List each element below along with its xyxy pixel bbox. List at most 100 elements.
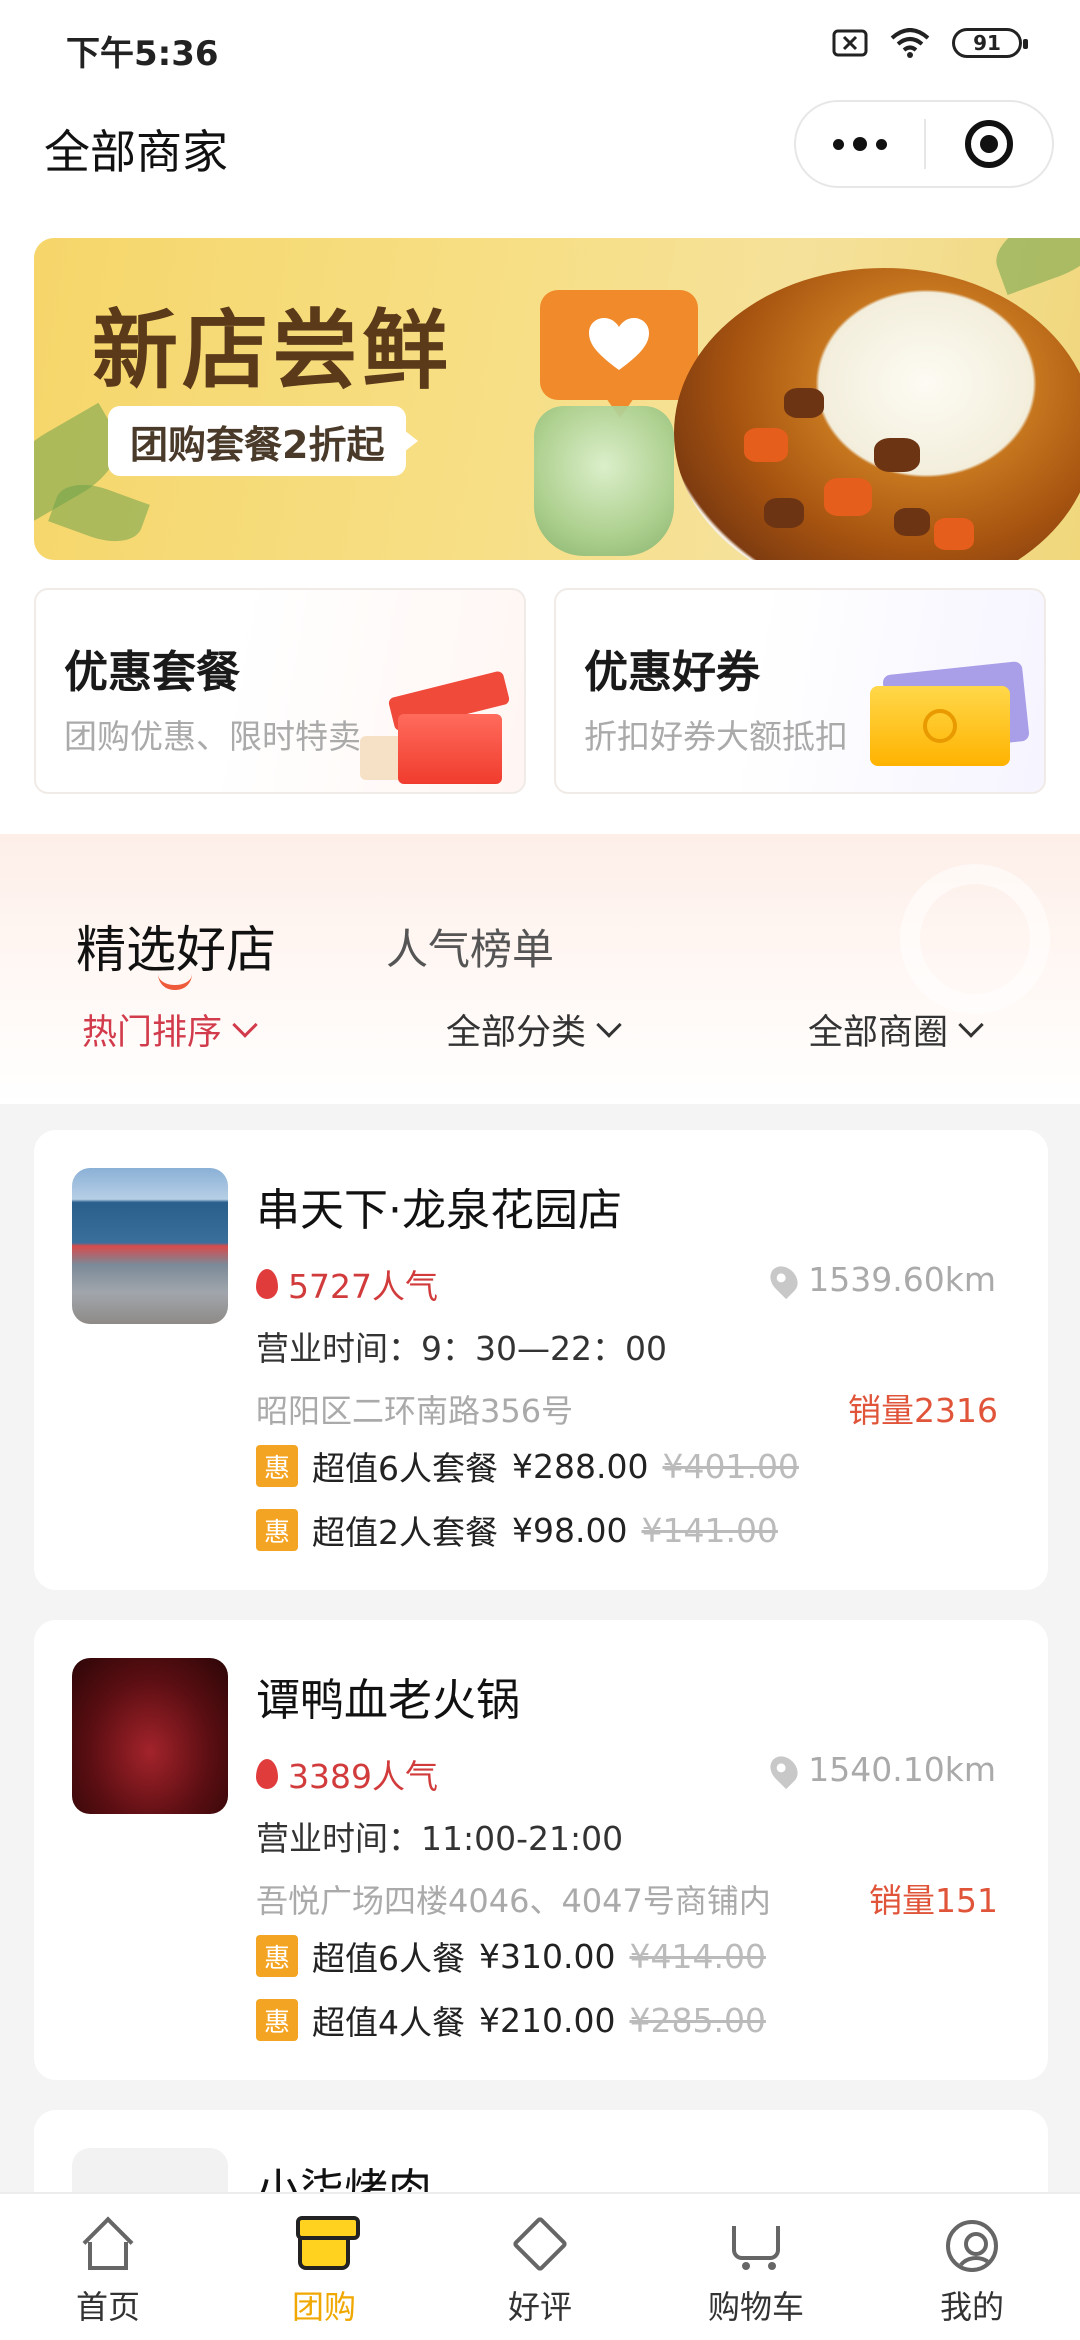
discount-package-card[interactable]: 优惠套餐 团购优惠、限时特卖 (34, 588, 526, 794)
filter-sort[interactable]: 热门排序 (82, 1004, 258, 1055)
tab-indicator (158, 974, 192, 990)
deal-item[interactable]: 惠 超值6人套餐 ¥288.00 ¥401.00 (256, 1442, 799, 1490)
store-address: 吾悦广场四楼4046、4047号商铺内 (256, 1882, 771, 1920)
business-hours: 营业时间：11:00-21:00 (256, 1819, 624, 1858)
chevron-down-icon (596, 1011, 622, 1038)
deal-price: ¥98.00 (512, 1510, 628, 1550)
promo-subtitle: 团购优惠、限时特卖 (64, 717, 361, 756)
miniprogram-capsule (794, 100, 1054, 188)
dot-icon (833, 138, 844, 150)
popularity: 3389人气 (256, 1750, 438, 1798)
cart-icon (726, 2216, 786, 2276)
nav-label: 团购 (291, 2288, 356, 2326)
nav-label: 我的 (939, 2288, 1004, 2326)
nav-reviews[interactable]: 好评 (432, 2194, 648, 2340)
deal-price: ¥310.00 (479, 1936, 616, 1976)
leaf-decoration (987, 238, 1080, 296)
drink-image (534, 406, 674, 556)
deal-name: 超值4人餐 (312, 2003, 465, 2042)
original-price: ¥414.00 (629, 1936, 766, 1976)
store-address: 昭阳区二环南路356号 (256, 1392, 574, 1430)
coupon-card[interactable]: 优惠好券 折扣好券大额抵扣 (554, 588, 1046, 794)
status-bar: 下午5:36 91 (0, 0, 1080, 90)
popularity: 5727人气 (256, 1260, 438, 1308)
chevron-down-icon (958, 1011, 984, 1038)
status-icons: 91 (832, 28, 1028, 58)
distance-text: 1539.60km (808, 1260, 996, 1299)
battery-icon: 91 (952, 28, 1028, 58)
filter-label: 热门排序 (82, 1013, 223, 1053)
promo-subtitle: 折扣好券大额抵扣 (584, 717, 848, 756)
tab-featured-stores[interactable]: 精选好店 (76, 910, 276, 982)
flame-icon (256, 1759, 278, 1789)
location-pin-icon (765, 1260, 804, 1299)
deal-name: 超值6人餐 (312, 1939, 465, 1978)
bottom-nav: 首页 团购 好评 购物车 我的 (0, 2192, 1080, 2340)
banner-subtitle: 团购套餐2折起 (108, 406, 419, 476)
chevron-down-icon (232, 1011, 258, 1038)
more-button[interactable] (796, 102, 924, 186)
original-price: ¥141.00 (641, 1510, 778, 1550)
distance: 1539.60km (765, 1260, 996, 1299)
dot-icon (853, 137, 867, 151)
status-time: 下午5:36 (66, 34, 219, 74)
original-price: ¥285.00 (629, 2000, 766, 2040)
nav-header: 全部商家 (0, 90, 1080, 200)
deal-item[interactable]: 惠 超值2人套餐 ¥98.00 ¥141.00 (256, 1506, 778, 1554)
location-pin-icon (765, 1750, 804, 1789)
nav-label: 购物车 (707, 2288, 804, 2326)
deal-item[interactable]: 惠 超值6人餐 ¥310.00 ¥414.00 (256, 1932, 766, 1980)
distance: 1540.10km (765, 1750, 996, 1789)
nav-label: 好评 (507, 2288, 572, 2326)
popularity-text: 3389人气 (288, 1757, 438, 1796)
gift-box-icon (360, 650, 514, 790)
nav-label: 首页 (75, 2288, 140, 2326)
store-thumbnail (72, 1658, 228, 1814)
filter-district[interactable]: 全部商圈 (808, 1004, 984, 1055)
deal-name: 超值2人套餐 (312, 1513, 498, 1552)
deal-price: ¥210.00 (479, 2000, 616, 2040)
curry-rice-image (674, 268, 1080, 560)
coupon-icon (870, 660, 1030, 766)
filter-category[interactable]: 全部分类 (446, 1004, 622, 1055)
deal-item[interactable]: 惠 超值4人餐 ¥210.00 ¥285.00 (256, 1996, 766, 2044)
flame-icon (256, 1269, 278, 1299)
nav-profile[interactable]: 我的 (864, 2194, 1080, 2340)
store-name: 串天下·龙泉花园店 (256, 1185, 622, 1236)
sales-count: 销量151 (869, 1881, 998, 1920)
heart-bubble-icon (540, 290, 698, 418)
diamond-icon (510, 2215, 570, 2276)
featured-section: 精选好店 人气榜单 热门排序 全部分类 全部商圈 (0, 834, 1080, 1104)
store-name: 谭鸭血老火锅 (256, 1675, 520, 1726)
nav-home[interactable]: 首页 (0, 2194, 216, 2340)
promo-title: 优惠套餐 (64, 647, 240, 698)
deal-price: ¥288.00 (512, 1446, 649, 1486)
discount-badge: 惠 (256, 1935, 298, 1977)
discount-badge: 惠 (256, 1999, 298, 2041)
filter-label: 全部分类 (446, 1013, 587, 1053)
user-icon (942, 2216, 1002, 2276)
deal-name: 超值6人套餐 (312, 1449, 498, 1488)
close-miniprogram-button[interactable] (926, 102, 1052, 186)
dot-icon (876, 138, 887, 150)
store-thumbnail (72, 1168, 228, 1324)
discount-badge: 惠 (256, 1509, 298, 1551)
sim-off-icon (832, 29, 868, 57)
home-icon (78, 2216, 138, 2276)
filter-label: 全部商圈 (808, 1013, 949, 1053)
target-icon (964, 120, 1013, 168)
promo-banner[interactable]: 新店尝鲜 团购套餐2折起 (34, 238, 1080, 560)
discount-badge: 惠 (256, 1445, 298, 1487)
store-card[interactable]: 串天下·龙泉花园店 5727人气 1539.60km 营业时间：9：30—22：… (34, 1130, 1048, 1590)
business-hours: 营业时间：9：30—22：00 (256, 1329, 667, 1368)
promo-title: 优惠好券 (584, 647, 760, 698)
ring-decoration (900, 864, 1050, 1014)
distance-text: 1540.10km (808, 1750, 996, 1789)
popularity-text: 5727人气 (288, 1267, 438, 1306)
nav-cart[interactable]: 购物车 (648, 2194, 864, 2340)
shop-icon (294, 2216, 360, 2276)
original-price: ¥401.00 (662, 1446, 799, 1486)
store-card[interactable]: 谭鸭血老火锅 3389人气 1540.10km 营业时间：11:00-21:00… (34, 1620, 1048, 2080)
tab-popular-ranking[interactable]: 人气榜单 (386, 916, 554, 977)
nav-group-buy[interactable]: 团购 (216, 2194, 432, 2340)
